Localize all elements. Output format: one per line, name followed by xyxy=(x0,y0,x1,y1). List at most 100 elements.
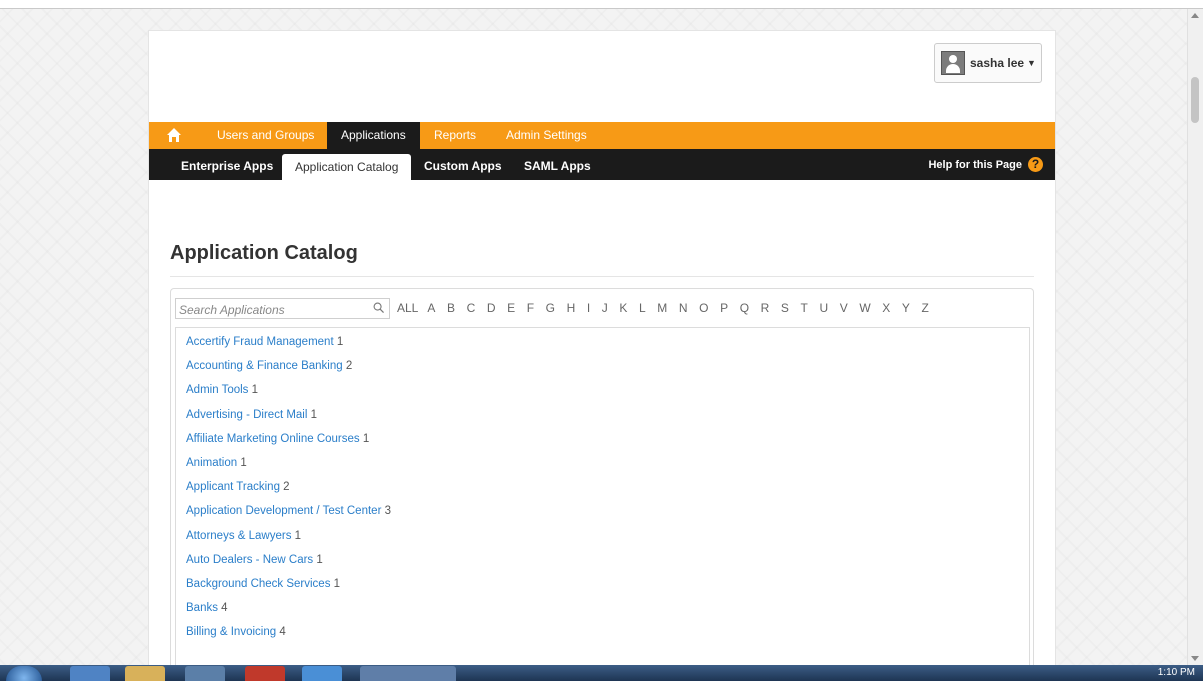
category-link[interactable]: Attorneys & Lawyers xyxy=(186,530,291,542)
tab-application-catalog[interactable]: Application Catalog xyxy=(282,154,412,180)
letter-filter-c[interactable]: C xyxy=(467,301,476,315)
category-link[interactable]: Admin Tools xyxy=(186,384,248,396)
tab-saml-apps[interactable]: SAML Apps xyxy=(511,149,604,180)
letter-filter-b[interactable]: B xyxy=(447,301,455,315)
category-list-box: Accertify Fraud Management 1 Accounting &… xyxy=(175,327,1030,679)
taskbar-folder-icon[interactable] xyxy=(125,666,165,681)
category-link[interactable]: Auto Dealers - New Cars xyxy=(186,554,313,566)
letter-filter-s[interactable]: S xyxy=(781,301,789,315)
list-item: Background Check Services 1 xyxy=(186,577,391,601)
category-count: 2 xyxy=(283,481,290,494)
user-menu-button[interactable]: sasha lee ▼ xyxy=(934,43,1042,83)
category-link[interactable]: Advertising - Direct Mail xyxy=(186,409,307,421)
category-link[interactable]: Accounting & Finance Banking xyxy=(186,360,343,372)
start-button[interactable] xyxy=(6,666,42,681)
letter-filter-y[interactable]: Y xyxy=(902,301,910,315)
category-count: 1 xyxy=(316,553,323,566)
letter-filter-w[interactable]: W xyxy=(859,301,870,315)
letter-filter-g[interactable]: G xyxy=(546,301,555,315)
help-link[interactable]: Help for this Page ? xyxy=(928,149,1043,180)
taskbar-ie-icon[interactable] xyxy=(70,666,110,681)
letter-filter-v[interactable]: V xyxy=(840,301,848,315)
category-count: 1 xyxy=(336,336,344,348)
category-count: 1 xyxy=(362,432,370,445)
tab-enterprise-apps[interactable]: Enterprise Apps xyxy=(168,149,286,180)
category-link[interactable]: Accertify Fraud Management xyxy=(186,336,334,348)
letter-filter-h[interactable]: H xyxy=(567,301,576,315)
letter-filter-i[interactable]: I xyxy=(587,301,590,315)
taskbar-chrome-icon[interactable] xyxy=(245,666,285,681)
list-item: Auto Dealers - New Cars 1 xyxy=(186,553,391,577)
letter-filter-l[interactable]: L xyxy=(639,301,646,315)
category-count: 1 xyxy=(294,529,302,542)
list-item: Animation 1 xyxy=(186,456,391,480)
list-item: Accounting & Finance Banking 2 xyxy=(186,359,391,383)
tab-custom-apps[interactable]: Custom Apps xyxy=(411,149,515,180)
list-item: Applicant Tracking 2 xyxy=(186,480,391,504)
category-link[interactable]: Affiliate Marketing Online Courses xyxy=(186,433,360,445)
taskbar-window-button[interactable] xyxy=(360,666,456,681)
scroll-up-arrow-icon[interactable] xyxy=(1191,13,1199,18)
list-item: Affiliate Marketing Online Courses 1 xyxy=(186,432,391,456)
search-input[interactable] xyxy=(176,299,371,320)
scrollbar-thumb[interactable] xyxy=(1191,77,1199,123)
letter-filter-m[interactable]: M xyxy=(657,301,667,315)
letter-filter-r[interactable]: R xyxy=(761,301,770,315)
letter-filter-x[interactable]: X xyxy=(882,301,890,315)
letter-filter-q[interactable]: Q xyxy=(740,301,749,315)
letter-filter-k[interactable]: K xyxy=(619,301,627,315)
user-name: sasha lee xyxy=(970,56,1025,70)
list-item: Admin Tools 1 xyxy=(186,383,391,407)
search-icon[interactable] xyxy=(373,302,384,313)
page-scrollbar[interactable] xyxy=(1187,9,1203,665)
taskbar-app-icon[interactable] xyxy=(185,666,225,681)
letter-filter-d[interactable]: D xyxy=(487,301,496,315)
letter-filter-u[interactable]: U xyxy=(819,301,828,315)
letter-filter-a[interactable]: A xyxy=(427,301,435,315)
letter-filter-f[interactable]: F xyxy=(527,301,534,315)
category-link[interactable]: Billing & Invoicing xyxy=(186,626,276,638)
taskbar-clock: 1:10 PM xyxy=(1157,667,1195,678)
avatar-icon xyxy=(941,51,965,75)
letter-filter-p[interactable]: P xyxy=(720,301,728,315)
category-list: Accertify Fraud Management 1 Accounting &… xyxy=(186,335,391,649)
list-item: Advertising - Direct Mail 1 xyxy=(186,408,391,432)
nav-users-and-groups[interactable]: Users and Groups xyxy=(203,122,328,149)
chevron-down-icon: ▼ xyxy=(1027,58,1036,68)
catalog-panel: ALL ABCDEFGHIJKLMNOPQRSTUVWXYZ Accertify … xyxy=(170,288,1034,679)
main-nav: Users and Groups Applications Reports Ad… xyxy=(149,122,1055,149)
nav-admin-settings[interactable]: Admin Settings xyxy=(492,122,601,149)
home-icon[interactable] xyxy=(166,127,182,143)
browser-top-border xyxy=(0,0,1203,9)
category-count: 3 xyxy=(384,505,392,518)
category-link[interactable]: Applicant Tracking xyxy=(186,481,280,493)
category-count: 1 xyxy=(251,384,259,397)
letter-filter-e[interactable]: E xyxy=(507,301,515,315)
letter-filter: ALL A B C D E F G H I J K L M N O P Q R S T U V W X Y Z xyxy=(397,301,940,315)
search-box xyxy=(175,298,390,320)
letter-filter-j[interactable]: J xyxy=(602,301,608,315)
nav-applications[interactable]: Applications xyxy=(327,122,420,149)
letter-filter-n[interactable]: N xyxy=(679,301,688,315)
os-taskbar: 1:10 PM xyxy=(0,665,1203,681)
letter-filter-all[interactable]: ALL xyxy=(397,301,418,315)
taskbar-firefox-icon[interactable] xyxy=(302,666,342,681)
category-count: 1 xyxy=(240,456,247,469)
nav-reports[interactable]: Reports xyxy=(420,122,490,149)
admin-panel: sasha lee ▼ Users and Groups Application… xyxy=(148,30,1056,679)
list-item: Attorneys & Lawyers 1 xyxy=(186,529,391,553)
sub-nav: Enterprise Apps Application Catalog Cust… xyxy=(149,149,1055,180)
list-item: Application Development / Test Center 3 xyxy=(186,504,391,528)
scroll-down-arrow-icon[interactable] xyxy=(1191,656,1199,661)
list-item: Accertify Fraud Management 1 xyxy=(186,335,391,359)
category-link[interactable]: Animation xyxy=(186,457,237,469)
category-link[interactable]: Background Check Services xyxy=(186,578,330,590)
letter-filter-o[interactable]: O xyxy=(699,301,708,315)
category-link[interactable]: Banks xyxy=(186,602,218,614)
list-item: Banks 4 xyxy=(186,601,391,625)
category-count: 2 xyxy=(345,360,353,373)
letter-filter-z[interactable]: Z xyxy=(921,301,928,315)
letter-filter-t[interactable]: T xyxy=(801,301,808,315)
help-icon: ? xyxy=(1028,157,1043,172)
category-link[interactable]: Application Development / Test Center xyxy=(186,505,381,517)
